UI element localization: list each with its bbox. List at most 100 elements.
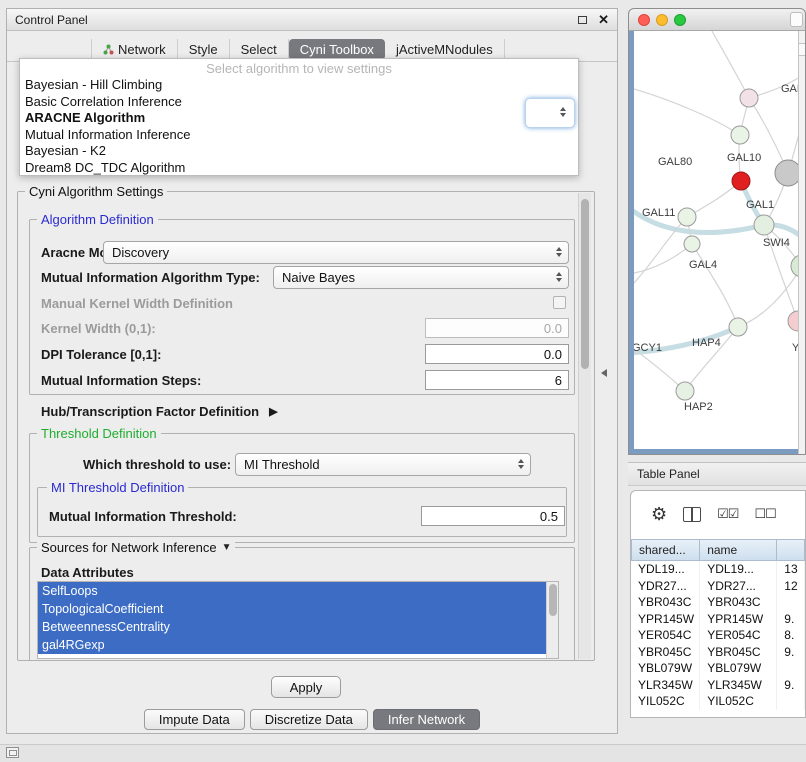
network-node-label: HAP2 xyxy=(684,401,713,413)
table-row[interactable]: YER054CYER054C8. xyxy=(631,627,805,644)
control-panel: Control Panel ✕ Network Style Select Cyni T… xyxy=(6,8,618,734)
table-column-header[interactable]: shared... xyxy=(631,539,700,561)
table-toolbar: ⚙ ☑☑ ☐☐ xyxy=(631,491,805,537)
network-canvas[interactable]: GALGAL80GAL10GAL11GAL1SWI4GAL4GCY1HAP4YH… xyxy=(634,31,800,449)
minimize-traffic-light[interactable] xyxy=(656,14,668,26)
table-cell: YER054C xyxy=(631,627,700,644)
control-panel-titlebar: Control Panel ✕ xyxy=(7,9,617,31)
algorithm-option[interactable]: Basic Correlation Inference xyxy=(20,94,578,111)
tab-network[interactable]: Network xyxy=(91,39,178,60)
which-threshold-combo[interactable]: MI Threshold xyxy=(235,453,531,476)
table-row[interactable]: YBL079WYBL079W xyxy=(631,660,805,677)
tab-jactivemnodules[interactable]: jActiveMNodules xyxy=(385,39,505,60)
combo-arrows-icon xyxy=(556,272,562,282)
tab-label: Style xyxy=(189,39,218,60)
bottom-tab-impute-data[interactable]: Impute Data xyxy=(144,709,245,730)
network-node[interactable] xyxy=(732,172,750,190)
table-row[interactable]: YDL19...YDL19...13 xyxy=(631,561,805,578)
which-threshold-value: MI Threshold xyxy=(244,457,320,472)
splitter-collapse-handle[interactable] xyxy=(601,369,607,377)
table-column-header[interactable]: name xyxy=(700,539,777,561)
attribute-item[interactable]: TopologicalCoefficient xyxy=(38,600,548,618)
hub-tf-label: Hub/Transcription Factor Definition xyxy=(41,404,259,419)
algorithm-option[interactable]: Dream8 DC_TDC Algorithm xyxy=(20,160,578,177)
network-scrollbar[interactable] xyxy=(798,31,805,454)
attributes-scrollbar-thumb[interactable] xyxy=(549,584,557,616)
kernel-width-field[interactable]: 0.0 xyxy=(425,318,569,338)
table-header-row: shared...name xyxy=(631,539,805,561)
algorithm-option[interactable]: Bayesian - K2 xyxy=(20,143,578,160)
bottom-tab-discretize-data[interactable]: Discretize Data xyxy=(250,709,368,730)
kernel-width-value: 0.0 xyxy=(544,321,562,336)
mi-steps-field[interactable]: 6 xyxy=(425,370,569,390)
network-node[interactable] xyxy=(684,236,700,252)
gear-icon[interactable]: ⚙ xyxy=(651,505,667,523)
close-icon[interactable]: ✕ xyxy=(598,12,609,28)
tab-label: Cyni Toolbox xyxy=(300,39,374,60)
algorithm-option[interactable]: Mutual Information Inference xyxy=(20,127,578,144)
table-cell: 9. xyxy=(777,644,805,661)
table-row[interactable]: YIL052CYIL052C xyxy=(631,693,805,710)
tab-style[interactable]: Style xyxy=(178,39,230,60)
dpi-tolerance-label: DPI Tolerance [0,1]: xyxy=(41,347,161,362)
restore-panel-icon[interactable] xyxy=(6,747,19,758)
network-node[interactable] xyxy=(740,89,758,107)
attributes-scrollbar[interactable] xyxy=(546,582,558,659)
table-row[interactable]: YLR345WYLR345W9. xyxy=(631,677,805,694)
network-node[interactable] xyxy=(729,318,747,336)
algorithm-combo-button[interactable] xyxy=(525,98,575,128)
table-cell: YDL19... xyxy=(700,561,777,578)
settings-scrollbar-thumb[interactable] xyxy=(581,199,589,369)
network-node-label: HAP4 xyxy=(692,337,721,349)
bottom-tab-infer-network[interactable]: Infer Network xyxy=(373,709,480,730)
attribute-item[interactable]: gal4RGexp xyxy=(38,636,548,654)
network-edge xyxy=(712,31,749,98)
tab-select[interactable]: Select xyxy=(230,39,289,60)
tab-cyni-toolbox[interactable]: Cyni Toolbox xyxy=(289,39,385,60)
table-row[interactable]: YBR043CYBR043C xyxy=(631,594,805,611)
network-node[interactable] xyxy=(678,208,696,226)
table-row[interactable]: YPR145WYPR145W9. xyxy=(631,611,805,628)
float-window-icon[interactable] xyxy=(578,16,587,24)
close-traffic-light[interactable] xyxy=(638,14,650,26)
deselect-all-columns-icon[interactable]: ☐☐ xyxy=(754,506,775,522)
table-cell: 9. xyxy=(777,677,805,694)
data-attributes-list[interactable]: SelfLoopsTopologicalCoefficientBetweenne… xyxy=(37,581,559,659)
apply-button[interactable]: Apply xyxy=(271,676,341,698)
network-node[interactable] xyxy=(731,126,749,144)
hub-tf-section-toggle[interactable]: Hub/Transcription Factor Definition ▶ xyxy=(41,404,278,419)
control-panel-title: Control Panel xyxy=(15,13,88,27)
network-node-label: GAL10 xyxy=(727,152,761,164)
network-node-label: GAL11 xyxy=(642,207,675,219)
table-cell: YPR145W xyxy=(631,611,700,628)
network-node-label: GAL1 xyxy=(746,199,774,211)
table-cell: YPR145W xyxy=(700,611,777,628)
threshold-definition-title: Threshold Definition xyxy=(37,426,161,441)
settings-scrollbar[interactable] xyxy=(578,193,591,659)
mi-type-combo[interactable]: Naive Bayes xyxy=(273,266,569,289)
columns-icon[interactable] xyxy=(683,507,701,522)
zoom-traffic-light[interactable] xyxy=(674,14,686,26)
manual-kernel-checkbox[interactable] xyxy=(553,296,566,309)
table-row[interactable]: YBR045CYBR045C9. xyxy=(631,644,805,661)
select-all-columns-icon[interactable]: ☑☑ xyxy=(717,506,738,522)
table-cell: YBR043C xyxy=(700,594,777,611)
algorithm-option[interactable]: ARACNE Algorithm xyxy=(20,110,578,127)
table-column-header[interactable] xyxy=(777,539,805,561)
attribute-item[interactable]: SelfLoops xyxy=(38,582,548,600)
titlebar-button[interactable] xyxy=(790,12,803,27)
attribute-item[interactable]: BetweennessCentrality xyxy=(38,618,548,636)
network-node[interactable] xyxy=(676,382,694,400)
network-scrollbar-button[interactable] xyxy=(799,43,805,56)
aracne-mode-combo[interactable]: Discovery xyxy=(103,241,569,264)
table-row[interactable]: YDR27...YDR27...12 xyxy=(631,578,805,595)
network-graph[interactable]: GALGAL80GAL10GAL11GAL1SWI4GAL4GCY1HAP4YH… xyxy=(634,31,800,449)
dpi-tolerance-field[interactable]: 0.0 xyxy=(425,344,569,364)
algorithm-definition-title: Algorithm Definition xyxy=(37,212,158,227)
sources-group-title[interactable]: Sources for Network Inference ▼ xyxy=(37,540,235,555)
table-panel-header: Table Panel xyxy=(628,462,806,486)
network-node[interactable] xyxy=(754,215,774,235)
mi-threshold-field[interactable]: 0.5 xyxy=(421,506,565,526)
network-node[interactable] xyxy=(775,160,800,186)
algorithm-option[interactable]: Bayesian - Hill Climbing xyxy=(20,77,578,94)
